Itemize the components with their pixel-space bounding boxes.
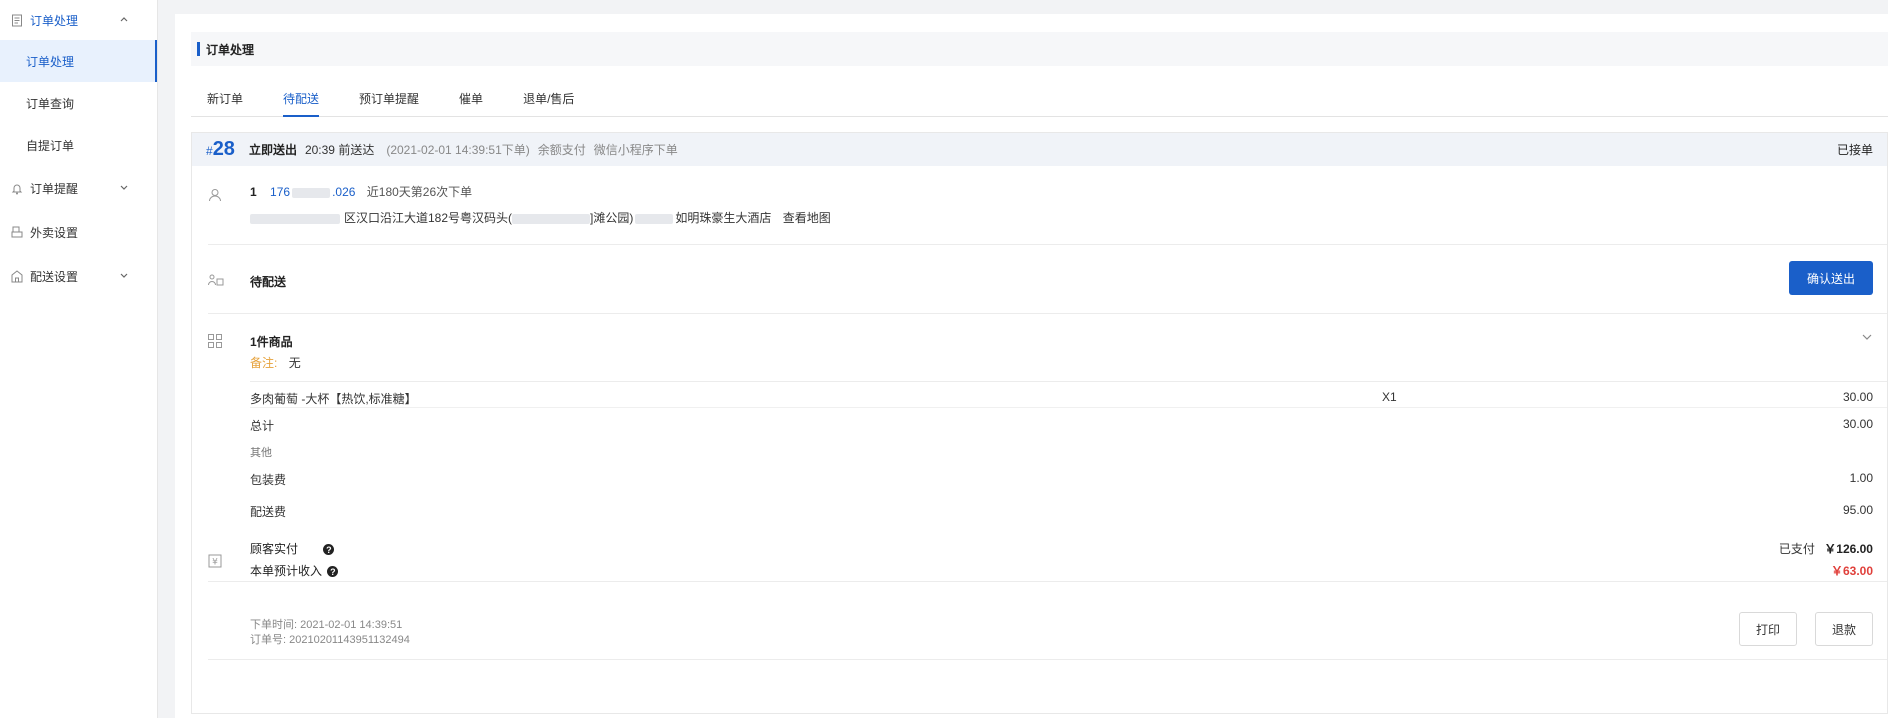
tab-refund-aftersale[interactable]: 退单/售后 [507, 84, 590, 116]
order-card: #28 立即送出 20:39 前送达 (2021-02-01 14:39:51下… [191, 132, 1888, 714]
document-icon [10, 13, 24, 27]
main-panel: 订单处理 新订单 待配送 预订单提醒 催单 退单/售后 #28 立即送出 20:… [175, 14, 1888, 718]
page-header: 订单处理 [191, 32, 1888, 66]
divider [250, 381, 1887, 382]
refund-button[interactable]: 退款 [1815, 612, 1873, 646]
product-qty: X1 [1382, 390, 1397, 404]
nav-group-order-reminder[interactable]: 订单提醒 [0, 168, 157, 208]
nav-group-takeaway-settings[interactable]: 外卖设置 [0, 212, 157, 252]
print-button[interactable]: 打印 [1739, 612, 1797, 646]
sidebar-item-pickup-orders[interactable]: 自提订单 [0, 124, 157, 166]
customer-phone[interactable]: 176.026 [270, 185, 355, 199]
nav-group-label: 配送设置 [30, 269, 79, 284]
nav-group-order-processing[interactable]: 订单处理 [0, 0, 157, 40]
tab-new-orders[interactable]: 新订单 [191, 84, 259, 116]
tab-urge-orders[interactable]: 催单 [443, 84, 499, 116]
subtotal-value: 30.00 [1842, 417, 1873, 431]
nav-group-delivery-settings[interactable]: 配送设置 [0, 256, 157, 296]
page-title: 订单处理 [206, 42, 255, 57]
divider [208, 659, 1887, 660]
order-history: 近180天第26次下单 [366, 185, 473, 199]
title-accent-bar [197, 42, 200, 56]
customer-section: 1 176.026 近180天第26次下单 区汉口沿江大道182号粤汉码头(]滩… [192, 166, 1887, 244]
sidebar-item-label: 自提订单 [26, 138, 75, 153]
paid-amount: ￥126.00 [1824, 542, 1873, 556]
order-header: #28 立即送出 20:39 前送达 (2021-02-01 14:39:51下… [192, 133, 1887, 166]
order-footer: 下单时间: 2021-02-01 14:39:51 订单号: 202102011… [192, 600, 1887, 654]
confirm-send-button[interactable]: 确认送出 [1789, 261, 1873, 295]
payment-section: ¥ 顾客实付 ? 已支付 ￥126.00 本单预计收入 ? ￥63.00 [192, 522, 1887, 600]
order-tabs: 新订单 待配送 预订单提醒 催单 退单/售后 [191, 84, 1888, 117]
sidebar-item-order-processing[interactable]: 订单处理 [0, 40, 157, 82]
delivery-person-icon [208, 274, 224, 290]
delivery-status: 待配送 [250, 275, 287, 289]
user-icon [208, 188, 224, 204]
divider [250, 407, 1887, 408]
income-row: 本单预计收入 ? [250, 562, 339, 579]
subtotal-label: 总计 [250, 419, 275, 433]
remark-row: 备注: 无 [250, 354, 301, 371]
sidebar-item-label: 订单查询 [26, 96, 75, 111]
order-status: 已接单 [1836, 143, 1873, 157]
customer-address: 区汉口沿江大道182号粤汉码头(]滩公园) 如明珠豪生大酒店 查看地图 [250, 210, 1873, 226]
ship-type: 立即送出 [248, 143, 297, 157]
printer-icon [10, 225, 24, 239]
income-amount: ￥63.00 [1830, 564, 1873, 578]
deliver-time: 20:39 前送达 [304, 143, 375, 157]
help-icon[interactable]: ? [323, 544, 335, 556]
remark-value: 无 [288, 356, 301, 370]
tab-pending-delivery[interactable]: 待配送 [267, 84, 335, 117]
delivery-fee-value: 95.00 [1842, 503, 1873, 517]
order-number-text: 订单号: 20210201143951132494 [250, 634, 410, 646]
item-count: 1件商品 [250, 335, 293, 349]
income-label: 本单预计收入 [250, 564, 323, 578]
paid-label: 顾客实付 [250, 542, 299, 556]
view-map-link[interactable]: 查看地图 [783, 211, 831, 225]
chevron-down-icon [119, 269, 129, 283]
grid-icon [208, 334, 224, 350]
nav-group-label: 订单处理 [30, 13, 79, 28]
other-label: 其他 [250, 447, 272, 459]
bell-icon [10, 181, 24, 195]
order-time: 下单时间: 2021-02-01 14:39:51 [250, 619, 403, 631]
sidebar-item-order-query[interactable]: 订单查询 [0, 82, 157, 124]
product-price: 30.00 [1842, 390, 1873, 404]
order-channel: 微信小程序下单 [593, 143, 678, 157]
chevron-down-icon[interactable] [1861, 331, 1873, 346]
items-section: 1件商品 备注: 无 多肉葡萄 -大杯【热饮,标准糖】 X1 30.00 总计 … [192, 312, 1887, 522]
product-name: 多肉葡萄 -大杯【热饮,标准糖】 [250, 392, 417, 406]
delivery-section: 待配送 确认送出 [192, 244, 1887, 312]
tab-preorder-reminder[interactable]: 预订单提醒 [343, 84, 435, 116]
order-number: #28 [206, 138, 235, 160]
remark-label: 备注: [250, 356, 278, 370]
nav-group-label: 订单提醒 [30, 181, 79, 196]
sidebar-item-label: 订单处理 [26, 54, 75, 69]
order-placed-time: (2021-02-01 14:39:51下单) [386, 143, 530, 157]
paid-amount-row: 已支付 ￥126.00 [1779, 540, 1873, 557]
help-icon[interactable]: ? [327, 566, 339, 578]
customer-name: 1 [250, 185, 257, 199]
packing-fee-value: 1.00 [1849, 471, 1873, 485]
yuan-icon: ¥ [208, 554, 224, 570]
store-icon [10, 269, 24, 283]
paid-row: 顾客实付 ? [250, 540, 335, 557]
nav-group-label: 外卖设置 [30, 225, 79, 240]
chevron-down-icon [119, 181, 129, 195]
chevron-up-icon [119, 13, 129, 27]
delivery-fee-label: 配送费 [250, 505, 287, 519]
paid-status: 已支付 [1778, 542, 1815, 556]
payment-method: 余额支付 [537, 143, 586, 157]
svg-text:¥: ¥ [212, 558, 218, 568]
packing-fee-label: 包装费 [250, 473, 287, 487]
sidebar: 订单处理 订单处理 订单查询 自提订单 订单提醒 外卖设置 配送设置 [0, 0, 158, 718]
